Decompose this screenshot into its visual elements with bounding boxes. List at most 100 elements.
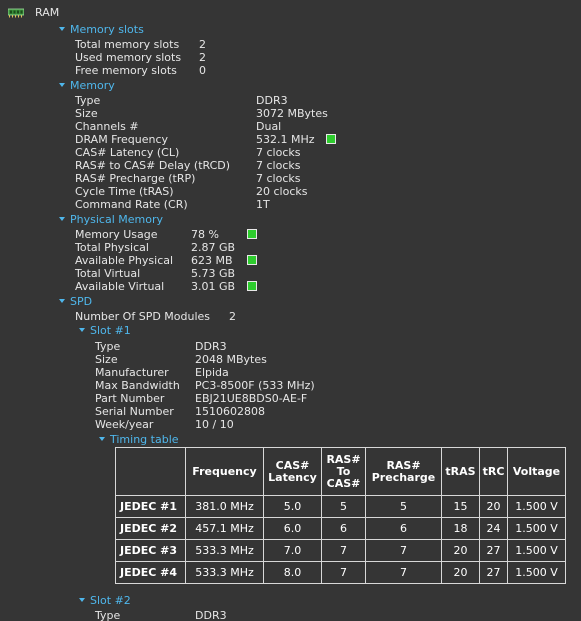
section-label: Timing table — [110, 433, 179, 446]
row-label: Size — [95, 353, 118, 366]
table-row: JEDEC #1 381.0 MHz 5.0 5 5 15 20 1.500 V — [115, 495, 566, 518]
row-label: Used memory slots — [75, 51, 182, 64]
row-label: Available Virtual — [75, 280, 165, 293]
col-tras: tRAS — [441, 447, 480, 496]
table-cell: 20 — [479, 495, 508, 518]
row-value: 20 clocks — [256, 185, 308, 198]
row-label: Type — [75, 94, 101, 107]
chevron-down-icon[interactable] — [79, 328, 85, 332]
status-indicator-icon — [247, 255, 257, 265]
table-row: JEDEC #4 533.3 MHz 8.0 7 7 20 27 1.500 V — [115, 561, 566, 584]
section-memory-slots[interactable]: Memory slots — [59, 23, 144, 36]
table-cell: 5 — [321, 495, 366, 518]
row-label: RAS# Precharge (tRP) — [75, 172, 196, 185]
row-value: 3.01 GB — [191, 280, 236, 293]
section-timing-table[interactable]: Timing table — [99, 433, 179, 446]
row-value: 2 — [229, 310, 236, 323]
row-value: EBJ21UE8BDS0-AE-F — [195, 392, 308, 405]
timing-table: Frequency CAS# Latency RAS# To CAS# RAS#… — [115, 447, 566, 584]
row-label: CAS# Latency (CL) — [75, 146, 180, 159]
row-value: 2.87 GB — [191, 241, 236, 254]
row-label: Memory Usage — [75, 228, 158, 241]
row-label: Max Bandwidth — [95, 379, 180, 392]
row-value: 2048 MBytes — [195, 353, 267, 366]
section-physical-memory[interactable]: Physical Memory — [59, 213, 163, 226]
row-label: Total Virtual — [75, 267, 141, 280]
chevron-down-icon[interactable] — [59, 299, 65, 303]
row-label: Part Number — [95, 392, 165, 405]
row-value: 7 clocks — [256, 146, 301, 159]
row-label: Serial Number — [95, 405, 174, 418]
table-cell: 533.3 MHz — [185, 561, 264, 584]
section-slot-1[interactable]: Slot #1 — [79, 324, 131, 337]
row-label: RAS# to CAS# Delay (tRCD) — [75, 159, 231, 172]
row-value: 2 — [199, 38, 206, 51]
table-cell: 6.0 — [263, 517, 322, 540]
row-header: JEDEC #3 — [115, 539, 186, 562]
table-cell: 24 — [479, 517, 508, 540]
row-label: Size — [75, 107, 98, 120]
section-label: Memory slots — [70, 23, 144, 36]
row-value: 5.73 GB — [191, 267, 236, 280]
table-cell: 6 — [321, 517, 366, 540]
row-value: 3072 MBytes — [256, 107, 328, 120]
timing-corner-cell — [115, 447, 186, 496]
table-cell: 15 — [441, 495, 480, 518]
chevron-down-icon[interactable] — [99, 437, 105, 441]
ram-tree-view: RAM Memory slots Total memory slots 2 Us… — [0, 0, 581, 621]
row-header: JEDEC #2 — [115, 517, 186, 540]
row-header: JEDEC #1 — [115, 495, 186, 518]
table-cell: 18 — [441, 517, 480, 540]
chevron-down-icon[interactable] — [59, 27, 65, 31]
table-cell: 1.500 V — [507, 539, 566, 562]
table-cell: 7 — [365, 561, 442, 584]
table-cell: 27 — [479, 539, 508, 562]
row-value: PC3-8500F (533 MHz) — [195, 379, 315, 392]
row-label: Cycle Time (tRAS) — [75, 185, 174, 198]
table-cell: 381.0 MHz — [185, 495, 264, 518]
row-value: 78 % — [191, 228, 219, 241]
table-cell: 20 — [441, 539, 480, 562]
section-memory[interactable]: Memory — [59, 79, 115, 92]
row-label: Available Physical — [75, 254, 174, 267]
row-value: DDR3 — [256, 94, 288, 107]
row-value: 1T — [256, 198, 270, 211]
section-spd[interactable]: SPD — [59, 295, 92, 308]
col-trc: tRC — [479, 447, 508, 496]
row-label: Free memory slots — [75, 64, 177, 77]
section-label: SPD — [70, 295, 93, 308]
row-label: Total memory slots — [75, 38, 180, 51]
table-cell: 1.500 V — [507, 495, 566, 518]
table-cell: 457.1 MHz — [185, 517, 264, 540]
table-cell: 7 — [365, 539, 442, 562]
row-value: 7 clocks — [256, 172, 301, 185]
chevron-down-icon[interactable] — [59, 217, 65, 221]
row-value: DDR3 — [195, 340, 227, 353]
row-value: 2 — [199, 51, 206, 64]
col-frequency: Frequency — [185, 447, 264, 496]
section-label: Memory — [70, 79, 115, 92]
status-indicator-icon — [326, 134, 336, 144]
table-cell: 7.0 — [263, 539, 322, 562]
row-value: 623 MB — [191, 254, 233, 267]
row-label: Total Physical — [75, 241, 149, 254]
table-cell: 1.500 V — [507, 517, 566, 540]
col-ras-precharge: RAS# Precharge — [365, 447, 442, 496]
section-slot-2[interactable]: Slot #2 — [79, 594, 131, 607]
row-label: Type — [95, 340, 121, 353]
table-cell: 5.0 — [263, 495, 322, 518]
table-cell: 5 — [365, 495, 442, 518]
chevron-down-icon[interactable] — [79, 598, 85, 602]
status-indicator-icon — [247, 229, 257, 239]
row-label: Week/year — [95, 418, 154, 431]
table-row: JEDEC #2 457.1 MHz 6.0 6 6 18 24 1.500 V — [115, 517, 566, 540]
tree-root-ram[interactable]: RAM — [35, 6, 59, 19]
row-value: 0 — [199, 64, 206, 77]
chevron-down-icon[interactable] — [59, 83, 65, 87]
table-cell: 27 — [479, 561, 508, 584]
section-label: Slot #1 — [90, 324, 131, 337]
table-cell: 1.500 V — [507, 561, 566, 584]
memory-chip-icon — [8, 8, 24, 18]
row-label: DRAM Frequency — [75, 133, 169, 146]
row-value: DDR3 — [195, 609, 227, 621]
